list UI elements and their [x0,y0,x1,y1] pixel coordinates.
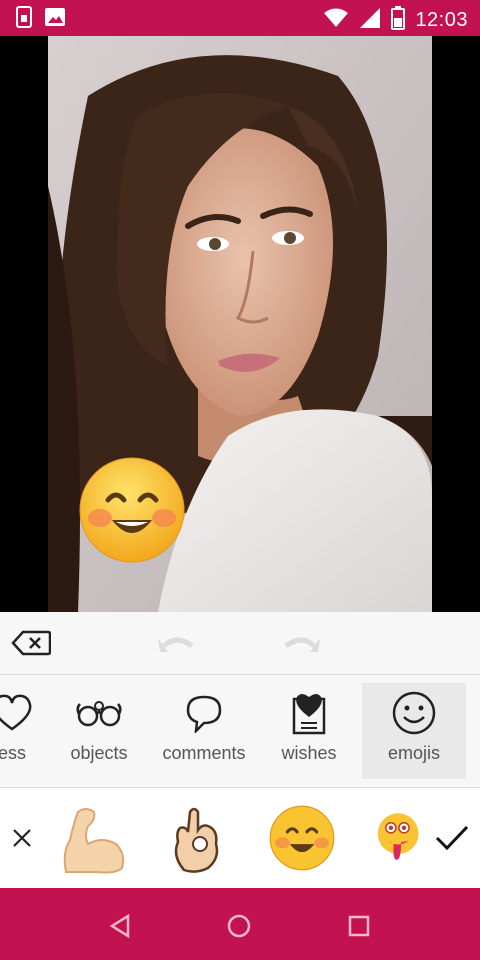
smiling-face-icon[interactable] [266,802,338,874]
ok-hand-icon[interactable] [162,802,234,874]
placed-smiling-face-sticker[interactable] [78,456,186,564]
tab-label: comments [162,743,246,763]
speech-bubble-icon [184,689,224,737]
photo-canvas[interactable] [0,36,480,612]
wifi-icon [323,8,349,32]
home-icon[interactable] [221,908,257,944]
check-icon[interactable] [424,802,480,874]
recents-icon[interactable] [341,908,377,944]
edit-toolbar [0,612,480,675]
tab-category-emojis[interactable]: emojis [362,683,466,779]
tab-category-objects[interactable]: objects [56,683,142,779]
image-icon [44,6,66,32]
system-nav-bar [0,888,480,960]
tab-category-ess[interactable]: ess [0,683,62,779]
tab-category-comments[interactable]: comments [150,683,258,779]
sticker-category-tabs: ess objects comments wishes emojis [0,675,480,788]
back-icon[interactable] [102,908,138,944]
backspace-icon[interactable] [10,622,52,664]
smiley-icon [391,689,437,737]
close-icon[interactable] [0,802,44,874]
sticker-strip [0,788,480,888]
heart-outline-icon [0,689,34,737]
signal-icon [359,7,381,33]
tab-label: emojis [387,743,440,763]
crazy-face-icon[interactable] [372,802,420,874]
glasses-icon [74,689,124,737]
sim-card-icon [14,6,34,32]
heart-card-icon [289,689,329,737]
clock: 12:03 [415,8,468,31]
flexed-biceps-icon[interactable] [56,802,128,874]
tab-label: ess [0,743,26,763]
tab-category-wishes[interactable]: wishes [268,683,350,779]
redo-icon[interactable] [280,622,322,664]
tab-label: wishes [281,743,337,763]
status-bar: 12:03 [0,0,480,36]
undo-icon[interactable] [156,622,198,664]
tab-label: objects [70,743,128,763]
battery-icon [391,6,406,34]
